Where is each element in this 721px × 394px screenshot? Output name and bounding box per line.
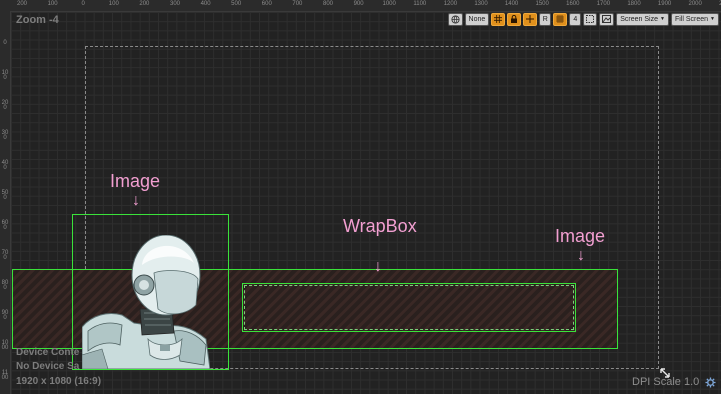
dpi-scale-text: DPI Scale 1.0: [632, 376, 700, 388]
chevron-down-icon: ▼: [710, 16, 715, 22]
ruler-tick-label: 200: [1, 100, 9, 111]
wrapbox-inner-outline: [244, 285, 574, 330]
ruler-tick-label: 1000: [382, 1, 396, 7]
transform-icon[interactable]: [523, 12, 538, 26]
ruler-tick-label: 0: [81, 1, 85, 7]
ruler-tick-label: 1200: [443, 1, 458, 7]
ruler-tick-label: 700: [292, 1, 303, 7]
ruler-tick-label: 800: [322, 1, 334, 7]
ruler-tick-label: 300: [169, 1, 181, 7]
ruler-tick-label: 900: [1, 310, 9, 321]
device-content-text: Device Conte: [16, 347, 80, 358]
down-arrow-icon: ↓: [132, 192, 140, 209]
preview-image-icon[interactable]: [599, 12, 615, 26]
ruler-tick-label: 600: [1, 220, 9, 231]
ruler-tick-label: 400: [1, 160, 9, 171]
outline-toggle-icon[interactable]: [583, 12, 598, 26]
down-arrow-icon: ↓: [374, 258, 382, 275]
ruler-tick-label: 700: [1, 250, 9, 261]
ruler-tick-label: 1800: [627, 1, 641, 7]
snap-value-button[interactable]: 4: [569, 12, 582, 26]
grid-toggle-icon[interactable]: [491, 12, 506, 26]
image-label-left: Image: [110, 171, 161, 191]
wrapbox-label: WrapBox: [343, 216, 417, 236]
ruler-tick-label: 500: [1, 190, 9, 201]
no-device-text: No Device Sa: [16, 361, 80, 372]
gear-icon[interactable]: [705, 377, 716, 388]
fill-screen-dropdown[interactable]: Fill Screen ▼: [670, 12, 719, 26]
ruler-tick-label: 600: [261, 1, 272, 7]
viewport-toolbar: None R 4 Screen Size ▼ Fill Screen ▼: [447, 12, 719, 26]
ruler-tick-label: 1000: [1, 340, 9, 351]
ruler-tick-label: 1500: [535, 1, 549, 7]
chevron-down-icon: ▼: [660, 16, 665, 22]
left-image-selection[interactable]: [72, 214, 229, 370]
ruler-tick-label: 900: [353, 1, 364, 7]
ruler-tick-label: 2000: [688, 1, 702, 7]
globe-icon[interactable]: [447, 12, 463, 26]
respect-locks-button[interactable]: R: [539, 12, 552, 26]
ruler-tick-label: 500: [231, 1, 242, 7]
ruler-tick-label: 800: [1, 280, 9, 291]
down-arrow-icon: ↓: [577, 247, 585, 264]
ruler-tick-label: 0: [3, 40, 7, 46]
wrapbox-selection[interactable]: [242, 283, 576, 332]
ruler-tick-label: 1900: [657, 1, 672, 7]
r-label: R: [542, 15, 548, 23]
ruler-tick-label: 1600: [566, 1, 580, 7]
ruler-tick-label: 200: [16, 1, 28, 7]
zoom-label: Zoom -4: [16, 14, 59, 26]
ruler-tick-label: 1400: [504, 1, 519, 7]
resolution-text: 1920 x 1080 (16:9): [16, 376, 102, 387]
ruler-tick-label: 100: [47, 1, 58, 7]
ruler-tick-label: 1300: [474, 1, 488, 7]
snap-grid-icon[interactable]: [553, 12, 568, 26]
ruler-tick-label: 1100: [1, 370, 9, 381]
ruler-tick-label: 200: [139, 1, 150, 7]
image-label-right: Image: [555, 226, 606, 246]
ruler-tick-label: 1700: [596, 1, 611, 7]
ruler-tick-label: 100: [108, 1, 119, 7]
screen-size-label: Screen Size: [620, 15, 659, 23]
screen-size-dropdown[interactable]: Screen Size ▼: [616, 12, 669, 26]
ruler-tick-label: 100: [1, 70, 9, 81]
ruler-tick-label: 1100: [413, 1, 427, 7]
ruler-tick-label: 400: [200, 1, 211, 7]
lock-icon[interactable]: [507, 12, 522, 26]
snap-value-label: 4: [573, 15, 578, 23]
horizontal-ruler: 200 100 0 100 200 300 400 500 600 700 800 900 1000 11…: [0, 0, 721, 12]
none-label: None: [468, 15, 486, 23]
fill-screen-label: Fill Screen: [674, 15, 709, 23]
ruler-tick-label: 300: [1, 130, 9, 141]
vertical-ruler: 0 100 200 300 400 500 600 700 800 900 1000 1100: [0, 11, 11, 394]
culture-dropdown[interactable]: None: [464, 12, 490, 26]
